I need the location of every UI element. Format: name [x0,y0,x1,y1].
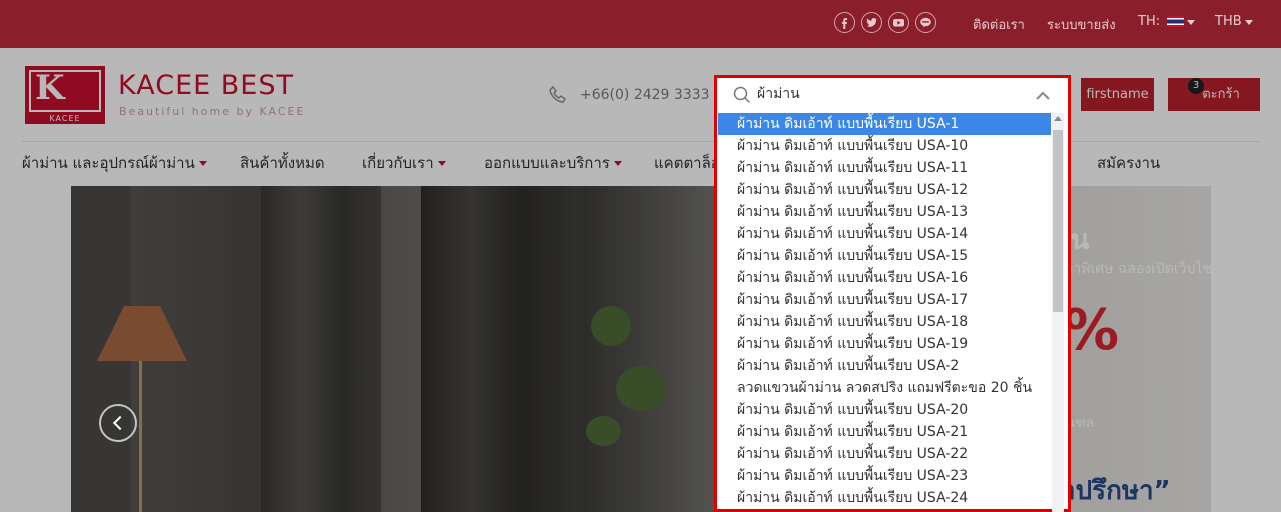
search-result-item[interactable]: ผ้าม่าน ดิมเอ้าท์ แบบพื้นเรียบ USA-2 [718,355,1051,377]
thai-flag-icon[interactable] [1167,16,1184,27]
line-icon[interactable] [915,12,936,33]
search-result-item[interactable]: ผ้าม่าน ดิมเอ้าท์ แบบพื้นเรียบ USA-17 [718,289,1051,311]
search-result-item[interactable]: ผ้าม่าน ดิมเอ้าท์ แบบพื้นเรียบ USA-11 [718,157,1051,179]
search-result-item[interactable]: ผ้าม่าน ดิมเอ้าท์ แบบพื้นเรียบ USA-18 [718,311,1051,333]
currency-selector[interactable]: THB [1215,14,1242,29]
modal-backdrop [0,48,1281,512]
wholesale-link[interactable]: ระบบขายส่ง [1047,14,1116,35]
chevron-down-icon[interactable] [1187,20,1195,25]
search-result-item[interactable]: ผ้าม่าน ดิมเอ้าท์ แบบพื้นเรียบ USA-21 [718,421,1051,443]
scrollbar-thumb[interactable] [1053,130,1063,312]
search-result-item[interactable]: ผ้าม่าน ดิมเอ้าท์ แบบพื้นเรียบ USA-13 [718,201,1051,223]
facebook-icon[interactable] [834,12,855,33]
search-result-item[interactable]: ผ้าม่าน ดิมเอ้าท์ แบบพื้นเรียบ USA-10 [718,135,1051,157]
twitter-icon[interactable] [861,12,882,33]
search-result-item[interactable]: ผ้าม่าน ดิมเอ้าท์ แบบพื้นเรียบ USA-23 [718,465,1051,487]
search-result-item[interactable]: ลวดแขวนผ้าม่าน ลวดสปริง แถมฟรีตะขอ 20 ชิ… [718,377,1051,399]
carousel-prev-button[interactable] [99,404,137,442]
chevron-up-icon[interactable] [1036,86,1050,100]
language-label[interactable]: TH: [1138,14,1160,29]
search-result-item[interactable]: ผ้าม่าน ดิมเอ้าท์ แบบพื้นเรียบ USA-20 [718,399,1051,421]
scroll-up-arrow-icon[interactable] [1054,116,1062,121]
search-icon [733,86,751,108]
search-result-item[interactable]: ผ้าม่าน ดิมเอ้าท์ แบบพื้นเรียบ USA-15 [718,245,1051,267]
contact-link[interactable]: ติดต่อเรา [973,14,1025,35]
search-result-item[interactable]: ผ้าม่าน ดิมเอ้าท์ แบบพื้นเรียบ USA-12 [718,179,1051,201]
search-result-item[interactable]: ผ้าม่าน ดิมเอ้าท์ แบบพื้นเรียบ USA-24 [718,487,1051,509]
search-result-item[interactable]: ผ้าม่าน ดิมเอ้าท์ แบบพื้นเรียบ USA-14 [718,223,1051,245]
search-result-item[interactable]: ผ้าม่าน ดิมเอ้าท์ แบบพื้นเรียบ USA-19 [718,333,1051,355]
youtube-icon[interactable] [888,12,909,33]
chevron-down-icon[interactable] [1245,20,1253,25]
search-results-list[interactable]: ผ้าม่าน ดิมเอ้าท์ แบบพื้นเรียบ USA-1 ผ้าม… [718,113,1051,512]
search-result-item[interactable]: ผ้าม่าน ดิมเอ้าท์ แบบพื้นเรียบ USA-1 [718,113,1051,135]
search-result-item[interactable]: ผ้าม่าน ดิมเอ้าท์ แบบพื้นเรียบ USA-16 [718,267,1051,289]
search-result-item[interactable]: ผ้าม่าน ดิมเอ้าท์ แบบพื้นเรียบ USA-22 [718,443,1051,465]
search-input[interactable] [757,82,1027,106]
